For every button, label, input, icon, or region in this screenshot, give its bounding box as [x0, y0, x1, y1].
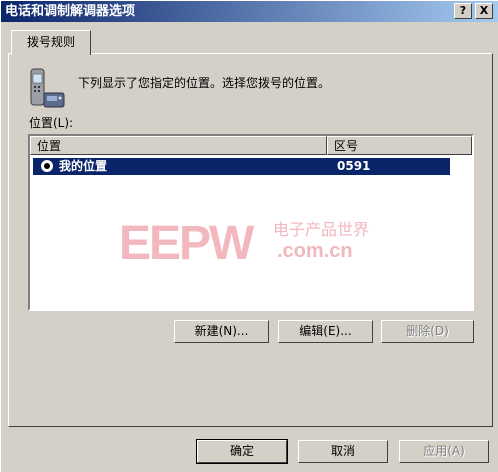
close-button[interactable]: X — [475, 3, 493, 19]
apply-button[interactable]: 应用(A) — [399, 440, 489, 463]
cancel-button[interactable]: 取消 — [298, 440, 388, 463]
column-header-area-code[interactable]: 区号 — [327, 136, 472, 155]
locations-label: 位置(L): — [29, 116, 74, 130]
tab-dialing-rules[interactable]: 拨号规则 — [11, 30, 91, 55]
column-header-location[interactable]: 位置 — [30, 136, 327, 155]
dialog-window: 电话和调制解调器选项 ? X 拨号规则 下列显示了您指定的位置。选择您拨号的位置… — [0, 0, 498, 472]
row-area-code: 0591 — [337, 159, 371, 173]
title-bar[interactable]: 电话和调制解调器选项 ? X — [1, 1, 498, 22]
table-row[interactable]: 我的位置 0591 — [33, 158, 450, 175]
locations-list[interactable]: 位置 区号 我的位置 0591 — [28, 134, 474, 311]
description-text: 下列显示了您指定的位置。选择您拨号的位置。 — [78, 76, 331, 90]
ok-button[interactable]: 确定 — [196, 439, 288, 464]
location-radio-icon — [41, 160, 53, 172]
row-location: 我的位置 — [59, 159, 108, 173]
window-title: 电话和调制解调器选项 — [5, 4, 136, 19]
help-button[interactable]: ? — [454, 3, 472, 19]
tab-label: 拨号规则 — [26, 35, 75, 49]
new-button[interactable]: 新建(N)... — [174, 320, 269, 343]
delete-button[interactable]: 删除(D) — [381, 320, 474, 343]
edit-button[interactable]: 编辑(E)... — [278, 320, 373, 343]
phone-icon — [30, 68, 65, 108]
